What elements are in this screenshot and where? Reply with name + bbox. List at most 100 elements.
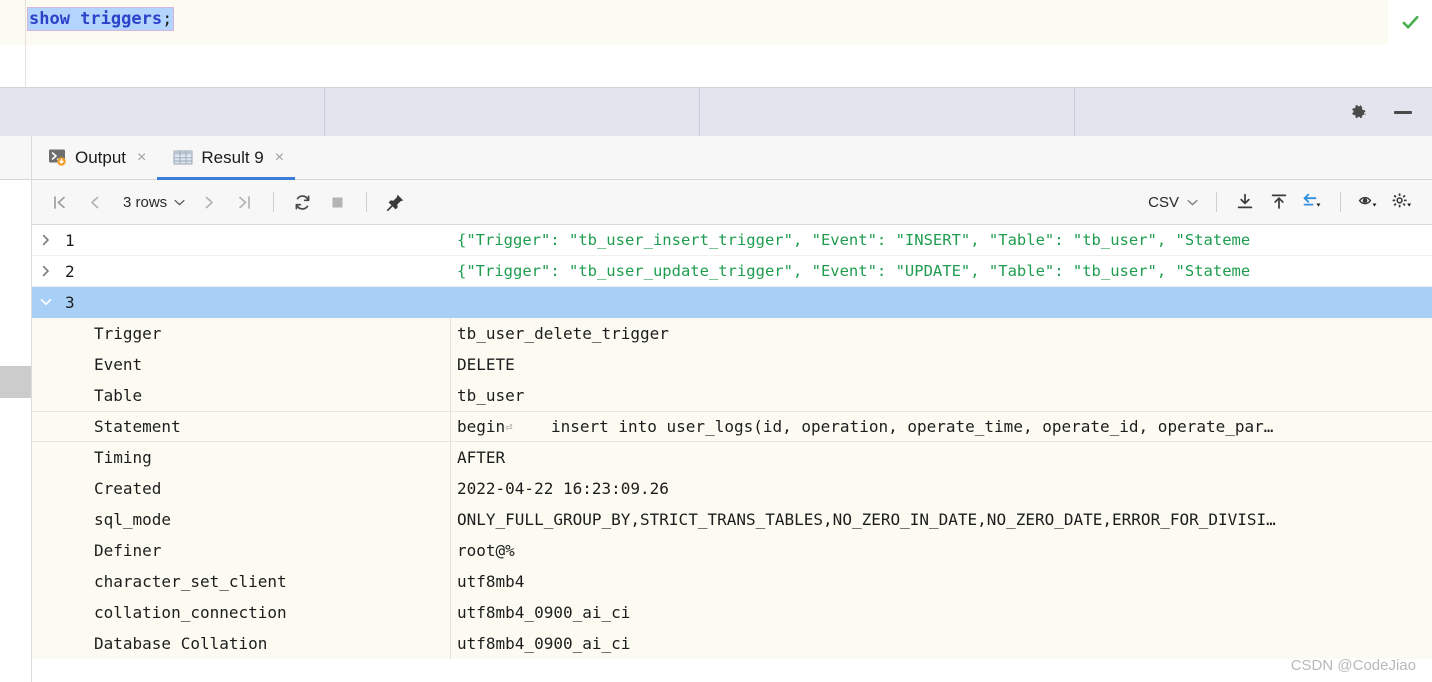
detail-field-value[interactable]: tb_user_delete_trigger: [451, 318, 1432, 349]
detail-field-values: tb_user_delete_trigger DELETE tb_user be…: [451, 318, 1432, 659]
table-row[interactable]: 2 {"Trigger": "tb_user_update_trigger", …: [32, 256, 1432, 287]
check-icon: [1401, 13, 1420, 32]
expanded-row-detail: Trigger Event Table Statement Timing Cre…: [32, 318, 1432, 659]
sql-result-panel: show triggers;: [0, 0, 1432, 682]
detail-field-name: character_set_client: [32, 566, 450, 597]
row-json-preview[interactable]: [451, 287, 1432, 318]
detail-field-value[interactable]: utf8mb4_0900_ai_ci: [451, 597, 1432, 628]
detail-field-value[interactable]: 2022-04-22 16:23:09.26: [451, 473, 1432, 504]
grid-left-rail: [0, 180, 32, 682]
result-grid: 1 {"Trigger": "tb_user_insert_trigger", …: [32, 225, 1432, 682]
first-page-button[interactable]: [44, 187, 75, 218]
sql-keyword-text: show triggers: [29, 9, 162, 29]
download-button[interactable]: [1229, 187, 1260, 218]
next-page-icon: [201, 194, 218, 211]
detail-field-name: Database Collation: [32, 628, 450, 659]
panel-header-segment-2: [325, 88, 700, 136]
tab-result-9-label: Result 9: [201, 148, 263, 168]
detail-field-value[interactable]: ONLY_FULL_GROUP_BY,STRICT_TRANS_TABLES,N…: [451, 504, 1432, 535]
gear-icon: [1349, 102, 1369, 122]
prev-page-button[interactable]: [79, 187, 110, 218]
pin-button[interactable]: [380, 187, 411, 218]
output-console-icon: [48, 148, 67, 167]
toolbar-divider-4: [1340, 192, 1341, 212]
row-number: 3: [65, 293, 75, 312]
detail-field-name: Event: [32, 349, 450, 380]
detail-field-name: collation_connection: [32, 597, 450, 628]
tab-result-9[interactable]: Result 9 ×: [157, 136, 295, 180]
stop-button[interactable]: [322, 187, 353, 218]
panel-tabbar: Output × Result 9 ×: [0, 136, 1432, 180]
detail-field-value[interactable]: utf8mb4_0900_ai_ci: [451, 628, 1432, 659]
chevron-down-icon: [1187, 199, 1198, 206]
sql-query-line[interactable]: show triggers;: [26, 0, 1432, 45]
upload-icon: [1269, 192, 1289, 212]
editor-gutter-2: [0, 45, 26, 88]
refresh-icon: [293, 193, 312, 212]
detail-field-value[interactable]: AFTER: [451, 442, 1432, 473]
detail-field-name: Timing: [32, 442, 450, 473]
pin-icon: [386, 193, 405, 212]
toolbar-divider-1: [273, 192, 274, 212]
statement-rest: insert into user_logs(id, operation, ope…: [512, 417, 1273, 436]
chevron-down-icon[interactable]: [38, 295, 53, 310]
sql-editor[interactable]: show triggers;: [0, 0, 1432, 45]
eye-icon: [1358, 192, 1380, 212]
row-number-cell[interactable]: 3: [32, 287, 451, 318]
detail-field-name: Created: [32, 473, 450, 504]
row-number: 2: [65, 262, 75, 281]
row-number: 1: [65, 231, 75, 250]
toolbar-divider-2: [366, 192, 367, 212]
download-icon: [1235, 192, 1255, 212]
detail-field-names: Trigger Event Table Statement Timing Cre…: [32, 318, 451, 659]
tab-result-9-close-icon[interactable]: ×: [272, 150, 284, 166]
panel-header-segment-3: [700, 88, 1075, 136]
row-number-cell[interactable]: 1: [32, 225, 451, 256]
upload-button[interactable]: [1263, 187, 1294, 218]
refresh-button[interactable]: [287, 187, 318, 218]
editor-empty-line: [0, 45, 1432, 88]
minimize-icon: [1394, 111, 1412, 114]
table-row[interactable]: 1 {"Trigger": "tb_user_insert_trigger", …: [32, 225, 1432, 256]
last-page-button[interactable]: [229, 187, 260, 218]
table-row-selected[interactable]: 3: [32, 287, 1432, 318]
export-format-dropdown[interactable]: CSV: [1142, 194, 1204, 211]
panel-header: [0, 88, 1432, 136]
newline-glyph-icon: ⏎: [505, 420, 512, 434]
row-number-cell[interactable]: 2: [32, 256, 451, 287]
panel-minimize-button[interactable]: [1392, 101, 1414, 123]
chevron-right-icon[interactable]: [38, 233, 53, 248]
detail-field-value[interactable]: root@%: [451, 535, 1432, 566]
grid-toolbar-right-actions: CSV: [1142, 187, 1432, 218]
table-grid-icon: [173, 148, 193, 167]
row-json-preview[interactable]: {"Trigger": "tb_user_insert_trigger", "E…: [451, 225, 1432, 256]
export-format-label: CSV: [1148, 194, 1179, 211]
chevron-right-icon[interactable]: [38, 264, 53, 279]
grid-settings-button[interactable]: [1387, 187, 1418, 218]
detail-field-name: Trigger: [32, 318, 450, 349]
query-status-check: [1388, 0, 1432, 45]
detail-field-name: Table: [32, 380, 450, 411]
detail-field-name: Definer: [32, 535, 450, 566]
row-count-dropdown[interactable]: 3 rows: [114, 194, 190, 211]
row-json-preview[interactable]: {"Trigger": "tb_user_update_trigger", "E…: [451, 256, 1432, 287]
panel-header-actions: [1348, 101, 1432, 123]
grid-pagination-controls: 3 rows: [32, 187, 411, 218]
vertical-scrollbar-thumb[interactable]: [0, 366, 31, 398]
tab-output-close-icon[interactable]: ×: [134, 150, 146, 166]
tab-output[interactable]: Output ×: [32, 136, 157, 180]
transpose-button[interactable]: [1297, 187, 1328, 218]
editor-gutter: [0, 0, 26, 45]
panel-header-segment-1: [0, 88, 325, 136]
detail-field-value[interactable]: DELETE: [451, 349, 1432, 380]
chevron-down-icon: [174, 199, 185, 206]
next-page-button[interactable]: [194, 187, 225, 218]
sql-terminator: ;: [162, 9, 172, 29]
view-options-button[interactable]: [1353, 187, 1384, 218]
detail-field-value[interactable]: utf8mb4: [451, 566, 1432, 597]
sql-selection[interactable]: show triggers;: [27, 7, 174, 31]
detail-field-value-statement[interactable]: begin⏎ insert into user_logs(id, operati…: [451, 411, 1432, 442]
panel-settings-button[interactable]: [1348, 101, 1370, 123]
detail-field-value[interactable]: tb_user: [451, 380, 1432, 411]
transpose-icon: [1302, 192, 1324, 212]
